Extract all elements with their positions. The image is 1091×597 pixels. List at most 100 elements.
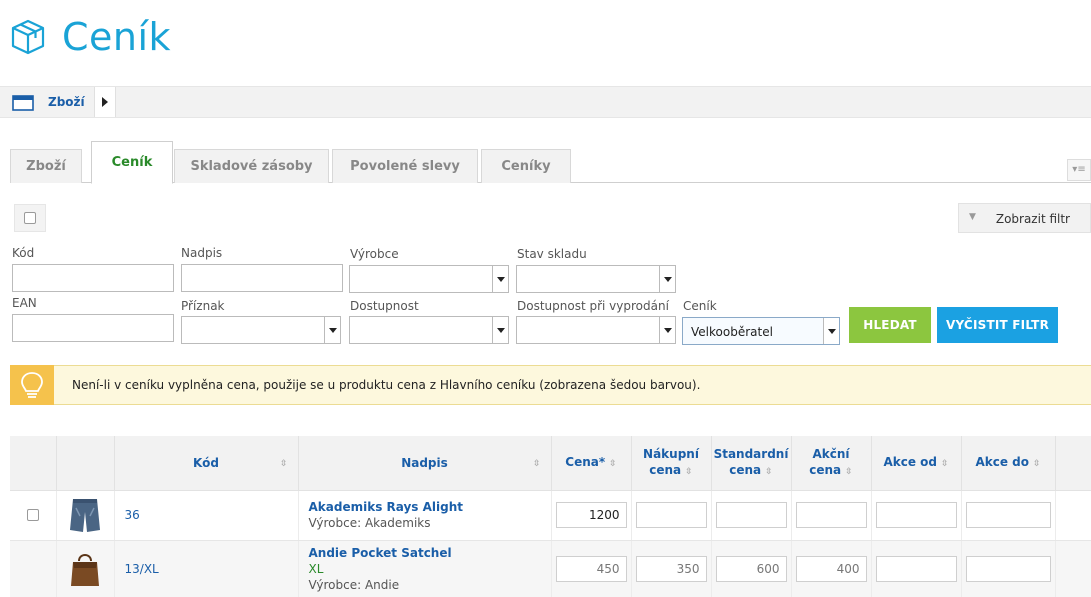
brown-bag-thumbnail[interactable] bbox=[68, 549, 102, 589]
table-header-row: Kód ⇳ Nadpis ⇳ Cena* ⇳ Nákupní cena ⇳ Standar… bbox=[10, 436, 1091, 491]
header-standardni-cena[interactable]: Standardní cena ⇳ bbox=[711, 436, 792, 491]
header-kod[interactable]: Kód ⇳ bbox=[114, 436, 299, 491]
dropdown-arrow-icon bbox=[659, 317, 675, 343]
header-akce-do-label: Akce do bbox=[975, 454, 1029, 469]
header-akcni-label: Akční bbox=[812, 446, 850, 461]
tab-zbozi[interactable]: Zboží bbox=[10, 149, 82, 183]
akcni-cena-input[interactable]: 400 bbox=[795, 556, 867, 582]
header-akcni-cena[interactable]: Akční cena ⇳ bbox=[791, 436, 872, 491]
filter-priznak-select[interactable] bbox=[181, 316, 341, 344]
dropdown-arrow-icon bbox=[823, 318, 839, 344]
product-title-link[interactable]: Andie Pocket Satchel bbox=[309, 545, 551, 561]
header-nadpis[interactable]: Nadpis ⇳ bbox=[298, 436, 552, 491]
breadcrumb-item-zbozi[interactable]: Zboží bbox=[48, 95, 85, 109]
breadcrumb-expand-arrow-icon[interactable] bbox=[94, 87, 116, 117]
select-all-checkbox[interactable] bbox=[14, 204, 46, 232]
filter-stav-skladu-select[interactable] bbox=[516, 265, 676, 293]
dropdown-arrow-icon bbox=[659, 266, 675, 292]
header-nakupni-label-2: cena bbox=[649, 462, 682, 477]
info-notice: Není-li v ceníku vyplněna cena, použije … bbox=[10, 365, 1091, 405]
row-title-cell: Akademiks Rays Alight Výrobce: Akademiks bbox=[298, 490, 552, 541]
filter-cenik-value: Velkooběratel bbox=[691, 325, 773, 339]
filter-dostupnost-vyprodani-select[interactable] bbox=[516, 316, 676, 344]
row-image-cell bbox=[56, 490, 115, 541]
page-header: Ceník bbox=[8, 10, 171, 64]
row-title-cell: Andie Pocket Satchel XL Výrobce: Andie bbox=[298, 540, 552, 597]
header-cena[interactable]: Cena* ⇳ bbox=[551, 436, 632, 491]
filter-ean-input[interactable] bbox=[12, 314, 174, 342]
standardni-cena-input[interactable]: 600 bbox=[715, 556, 787, 582]
filter-nadpis-input[interactable] bbox=[181, 264, 343, 292]
row-select-cell bbox=[10, 540, 57, 597]
sort-icon[interactable]: ⇳ bbox=[845, 467, 853, 477]
jeans-shorts-thumbnail[interactable] bbox=[68, 496, 102, 534]
clear-filter-button[interactable]: VYČISTIT FILTR bbox=[937, 307, 1058, 343]
row-checkbox[interactable] bbox=[26, 509, 39, 521]
sort-icon[interactable]: ⇳ bbox=[609, 459, 617, 469]
header-standardni-label-2: cena bbox=[729, 462, 762, 477]
header-akce-od[interactable]: Akce od ⇳ bbox=[871, 436, 962, 491]
akcni-cena-input[interactable] bbox=[795, 502, 867, 528]
header-kod-label: Kód bbox=[193, 455, 219, 470]
standardni-cena-input[interactable] bbox=[715, 502, 787, 528]
filter-cenik-select[interactable]: Velkooběratel bbox=[682, 317, 840, 345]
sort-icon[interactable]: ⇳ bbox=[533, 456, 541, 472]
product-variant: XL bbox=[308, 562, 324, 576]
tab-cenik[interactable]: Ceník bbox=[91, 141, 173, 184]
row-akcni-cell: 400 bbox=[791, 540, 872, 597]
show-filter-button[interactable]: ▼ Zobrazit filtr bbox=[958, 203, 1091, 233]
sort-icon[interactable]: ⇳ bbox=[941, 459, 949, 469]
sort-icon[interactable]: ⇳ bbox=[685, 467, 693, 477]
row-spacer bbox=[1055, 540, 1091, 597]
box-icon bbox=[11, 19, 45, 55]
filter-label-dostupnost: Dostupnost bbox=[350, 299, 419, 313]
header-standardni-label: Standardní bbox=[713, 446, 789, 461]
sort-icon[interactable]: ⇳ bbox=[1033, 459, 1041, 469]
header-nakupni-cena[interactable]: Nákupní cena ⇳ bbox=[631, 436, 712, 491]
row-nakupni-cell bbox=[631, 490, 712, 541]
breadcrumb: Zboží bbox=[0, 86, 1091, 118]
header-nadpis-label: Nadpis bbox=[401, 455, 448, 470]
column-menu-icon[interactable]: ▾≡ bbox=[1067, 159, 1091, 181]
filter-label-stav-skladu: Stav skladu bbox=[517, 247, 587, 261]
row-akce-od-cell bbox=[871, 540, 962, 597]
cena-input[interactable]: 1200 bbox=[555, 502, 627, 528]
product-code-link[interactable]: 36 bbox=[115, 508, 140, 522]
filter-label-nadpis: Nadpis bbox=[181, 246, 223, 260]
notice-icon-box bbox=[10, 365, 54, 405]
header-cena-label: Cena* bbox=[565, 454, 606, 469]
price-table: Kód ⇳ Nadpis ⇳ Cena* ⇳ Nákupní cena ⇳ Standar… bbox=[10, 436, 1091, 597]
dropdown-arrow-icon bbox=[324, 317, 340, 343]
filter-dostupnost-select[interactable] bbox=[349, 316, 509, 344]
row-spacer bbox=[1055, 490, 1091, 541]
checkbox-box bbox=[24, 212, 36, 224]
product-maker: Výrobce: Andie bbox=[308, 578, 400, 592]
filter-vyrobce-select[interactable] bbox=[349, 265, 509, 293]
header-akcni-label-2: cena bbox=[809, 462, 842, 477]
akce-do-input[interactable] bbox=[965, 556, 1051, 582]
akce-od-input[interactable] bbox=[875, 502, 957, 528]
nakupni-cena-input[interactable] bbox=[635, 502, 707, 528]
akce-od-input[interactable] bbox=[875, 556, 957, 582]
table-row: 36 Akademiks Rays Alight Výrobce: Akadem… bbox=[10, 490, 1091, 541]
product-title-link[interactable]: Akademiks Rays Alight bbox=[309, 499, 551, 515]
header-akce-do[interactable]: Akce do ⇳ bbox=[961, 436, 1056, 491]
table-row: 13/XL Andie Pocket Satchel XL Výrobce: A… bbox=[10, 540, 1091, 597]
sort-icon[interactable]: ⇳ bbox=[765, 467, 773, 477]
filter-kod-input[interactable] bbox=[12, 264, 174, 292]
akce-do-input[interactable] bbox=[965, 502, 1051, 528]
dropdown-arrow-icon bbox=[492, 266, 508, 292]
search-button[interactable]: HLEDAT bbox=[849, 307, 931, 343]
nakupni-cena-input[interactable]: 350 bbox=[635, 556, 707, 582]
tab-skladove-zasoby[interactable]: Skladové zásoby bbox=[174, 149, 329, 183]
tab-ceniky[interactable]: Ceníky bbox=[481, 149, 571, 183]
header-spacer bbox=[1055, 436, 1091, 491]
header-select bbox=[10, 436, 57, 491]
tab-povolene-slevy[interactable]: Povolené slevy bbox=[332, 149, 478, 183]
sort-icon[interactable]: ⇳ bbox=[280, 456, 288, 472]
filter-label-kod: Kód bbox=[12, 246, 35, 260]
row-akcni-cell bbox=[791, 490, 872, 541]
lightbulb-icon bbox=[21, 372, 43, 398]
product-code-link[interactable]: 13/XL bbox=[115, 562, 159, 576]
cena-input[interactable]: 450 bbox=[555, 556, 627, 582]
